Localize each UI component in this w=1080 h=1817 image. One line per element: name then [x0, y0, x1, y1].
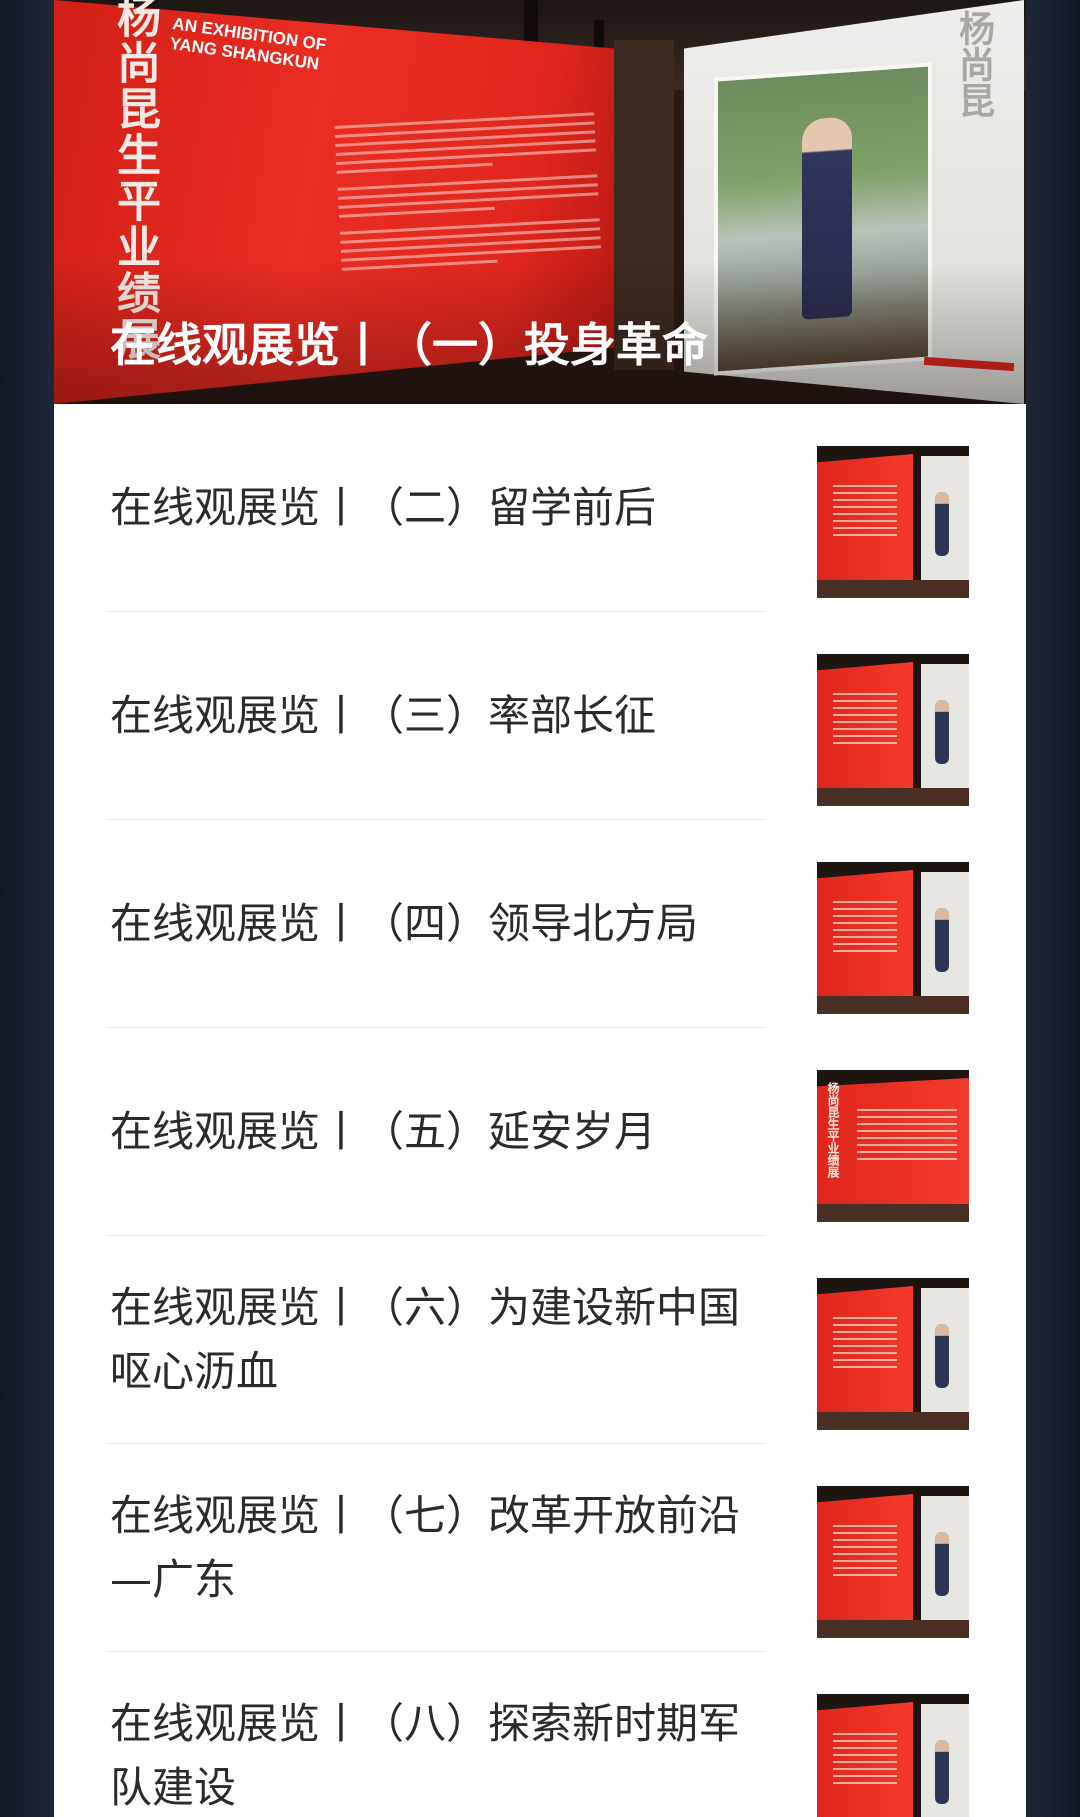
list-item-title: 在线观展览丨（七）改革开放前沿—广东 [110, 1491, 741, 1604]
list-item-thumbnail [817, 1694, 969, 1817]
list-item-title: 在线观展览丨（三）率部长征 [110, 691, 657, 740]
list-item[interactable]: 在线观展览丨（六）为建设新中国呕心沥血 [54, 1236, 1026, 1444]
hero-title: 在线观展览丨（一）投身革命 [110, 318, 708, 372]
list-item-thumbnail [817, 1278, 969, 1430]
article-list-card: 杨尚昆生平业绩展 AN EXHIBITION OF YANG SHANGKUN … [54, 0, 1026, 1817]
list-item[interactable]: 在线观展览丨（七）改革开放前沿—广东 [54, 1444, 1026, 1652]
hero-banner[interactable]: 杨尚昆生平业绩展 AN EXHIBITION OF YANG SHANGKUN … [54, 0, 1026, 404]
list-item-title: 在线观展览丨（四）领导北方局 [110, 899, 699, 948]
list-item-thumbnail [817, 862, 969, 1014]
list-item[interactable]: 在线观展览丨（三）率部长征 [54, 612, 1026, 820]
hero-panel-vertical-title: 杨尚昆 [953, 10, 995, 118]
list-item[interactable]: 在线观展览丨（四）领导北方局 [54, 820, 1026, 1028]
list-item[interactable]: 在线观展览丨（二）留学前后 [54, 404, 1026, 612]
thumbnail-vertical-text: 杨尚昆生平业绩展 [826, 1082, 840, 1178]
list-item-thumbnail: 杨尚昆生平业绩展 [817, 1070, 969, 1222]
list-item-title: 在线观展览丨（六）为建设新中国呕心沥血 [110, 1283, 741, 1396]
list-item[interactable]: 在线观展览丨（五）延安岁月 杨尚昆生平业绩展 [54, 1028, 1026, 1236]
list-item-title: 在线观展览丨（二）留学前后 [110, 483, 657, 532]
list-item-thumbnail [817, 654, 969, 806]
article-list: 在线观展览丨（二）留学前后 在线观展览丨（三）率部长征 在线观展览丨（四）领导北… [54, 404, 1026, 1817]
list-item[interactable]: 在线观展览丨（八）探索新时期军队建设 [54, 1652, 1026, 1817]
list-item-title: 在线观展览丨（五）延安岁月 [110, 1107, 657, 1156]
list-item-thumbnail [817, 1486, 969, 1638]
list-item-title: 在线观展览丨（八）探索新时期军队建设 [110, 1699, 741, 1812]
list-item-thumbnail [817, 446, 969, 598]
